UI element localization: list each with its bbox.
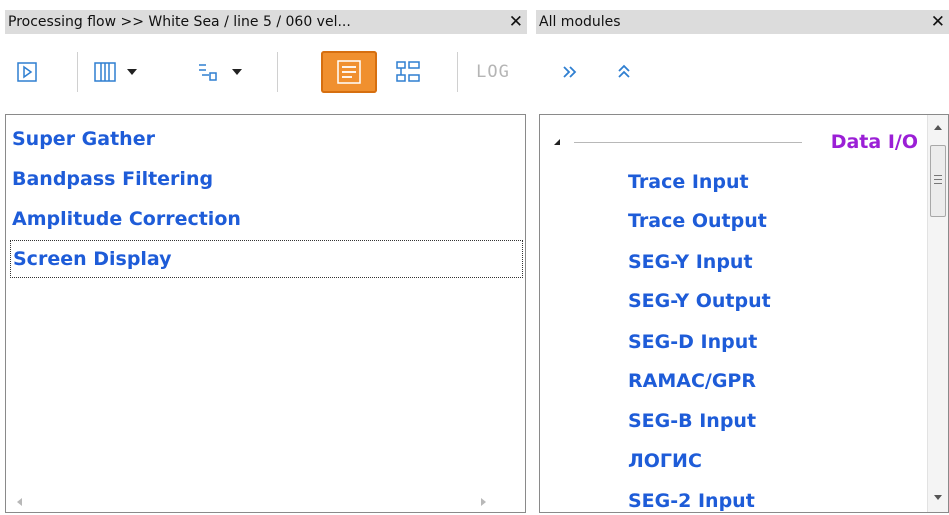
grip-line bbox=[934, 179, 942, 180]
collapse-all-button[interactable] bbox=[612, 52, 636, 92]
module-group-label: Data I/O bbox=[830, 131, 918, 153]
processing-flow-titlebar: Processing flow >> White Sea / line 5 / … bbox=[5, 10, 527, 34]
close-icon[interactable]: ✕ bbox=[509, 10, 523, 34]
run-button[interactable] bbox=[13, 52, 41, 92]
expanded-triangle-icon[interactable] bbox=[554, 139, 560, 145]
toolbar-separator bbox=[277, 52, 278, 92]
play-icon bbox=[17, 62, 37, 82]
module-group-data-io[interactable]: Data I/O bbox=[540, 129, 920, 155]
group-divider bbox=[574, 142, 802, 143]
grip-line bbox=[934, 183, 942, 184]
all-modules-toolbar bbox=[536, 42, 949, 106]
tree-view-icon bbox=[396, 61, 420, 82]
scroll-up-icon[interactable] bbox=[934, 125, 942, 130]
scrollbar-thumb[interactable] bbox=[930, 145, 946, 217]
horizontal-scrollbar[interactable] bbox=[7, 493, 524, 511]
flow-item-bandpass-filtering[interactable]: Bandpass Filtering bbox=[10, 161, 523, 199]
columns-icon bbox=[94, 62, 116, 82]
module-seg-2-input[interactable]: SEG-2 Input bbox=[628, 488, 755, 512]
module-seg-d-input[interactable]: SEG-D Input bbox=[628, 329, 757, 355]
module-trace-input[interactable]: Trace Input bbox=[628, 169, 749, 195]
toolbar-separator bbox=[77, 52, 78, 92]
sort-dropdown[interactable] bbox=[189, 52, 249, 92]
flow-item-screen-display[interactable]: Screen Display bbox=[10, 240, 523, 278]
processing-flow-panel: Processing flow >> White Sea / line 5 / … bbox=[0, 0, 531, 515]
processing-flow-title: Processing flow >> White Sea / line 5 / … bbox=[8, 14, 351, 30]
log-button[interactable]: LOG bbox=[473, 52, 513, 92]
app-window: Processing flow >> White Sea / line 5 / … bbox=[0, 0, 949, 515]
close-icon[interactable]: ✕ bbox=[931, 10, 945, 34]
flow-item-super-gather[interactable]: Super Gather bbox=[10, 121, 523, 159]
chevron-down-icon bbox=[232, 69, 242, 75]
module-trace-output[interactable]: Trace Output bbox=[628, 208, 767, 234]
chevron-down-icon bbox=[127, 69, 137, 75]
log-label: LOG bbox=[476, 62, 510, 82]
grip-line bbox=[934, 175, 942, 176]
vertical-scrollbar[interactable] bbox=[927, 115, 948, 512]
scroll-left-icon[interactable] bbox=[17, 498, 22, 506]
toolbar-separator bbox=[457, 52, 458, 92]
display-mode-dropdown[interactable] bbox=[91, 52, 139, 92]
flow-list[interactable]: Super Gather Bandpass Filtering Amplitud… bbox=[5, 114, 526, 513]
list-view-button[interactable] bbox=[321, 51, 377, 93]
scroll-right-icon[interactable] bbox=[481, 498, 486, 506]
module-seg-y-input[interactable]: SEG-Y Input bbox=[628, 249, 753, 275]
all-modules-panel: All modules ✕ Data I/O Trace Input Trace… bbox=[531, 0, 949, 515]
processing-flow-toolbar: LOG bbox=[5, 42, 527, 106]
expand-all-button[interactable] bbox=[558, 52, 582, 92]
tree-view-button[interactable] bbox=[391, 52, 425, 92]
all-modules-title: All modules bbox=[539, 14, 621, 30]
all-modules-titlebar: All modules ✕ bbox=[536, 10, 949, 34]
module-seg-y-output[interactable]: SEG-Y Output bbox=[628, 288, 771, 314]
list-view-icon bbox=[337, 60, 361, 84]
scroll-down-icon[interactable] bbox=[934, 495, 942, 500]
modules-tree[interactable]: Data I/O Trace Input Trace Output SEG-Y … bbox=[539, 114, 949, 513]
module-logis[interactable]: ЛОГИС bbox=[628, 448, 702, 474]
module-seg-b-input[interactable]: SEG-B Input bbox=[628, 408, 756, 434]
flow-item-amplitude-correction[interactable]: Amplitude Correction bbox=[10, 201, 523, 239]
list-sort-icon bbox=[199, 64, 217, 81]
module-ramac-gpr[interactable]: RAMAC/GPR bbox=[628, 368, 756, 394]
double-chevron-up-icon bbox=[618, 64, 630, 78]
double-chevron-right-icon bbox=[563, 66, 577, 78]
